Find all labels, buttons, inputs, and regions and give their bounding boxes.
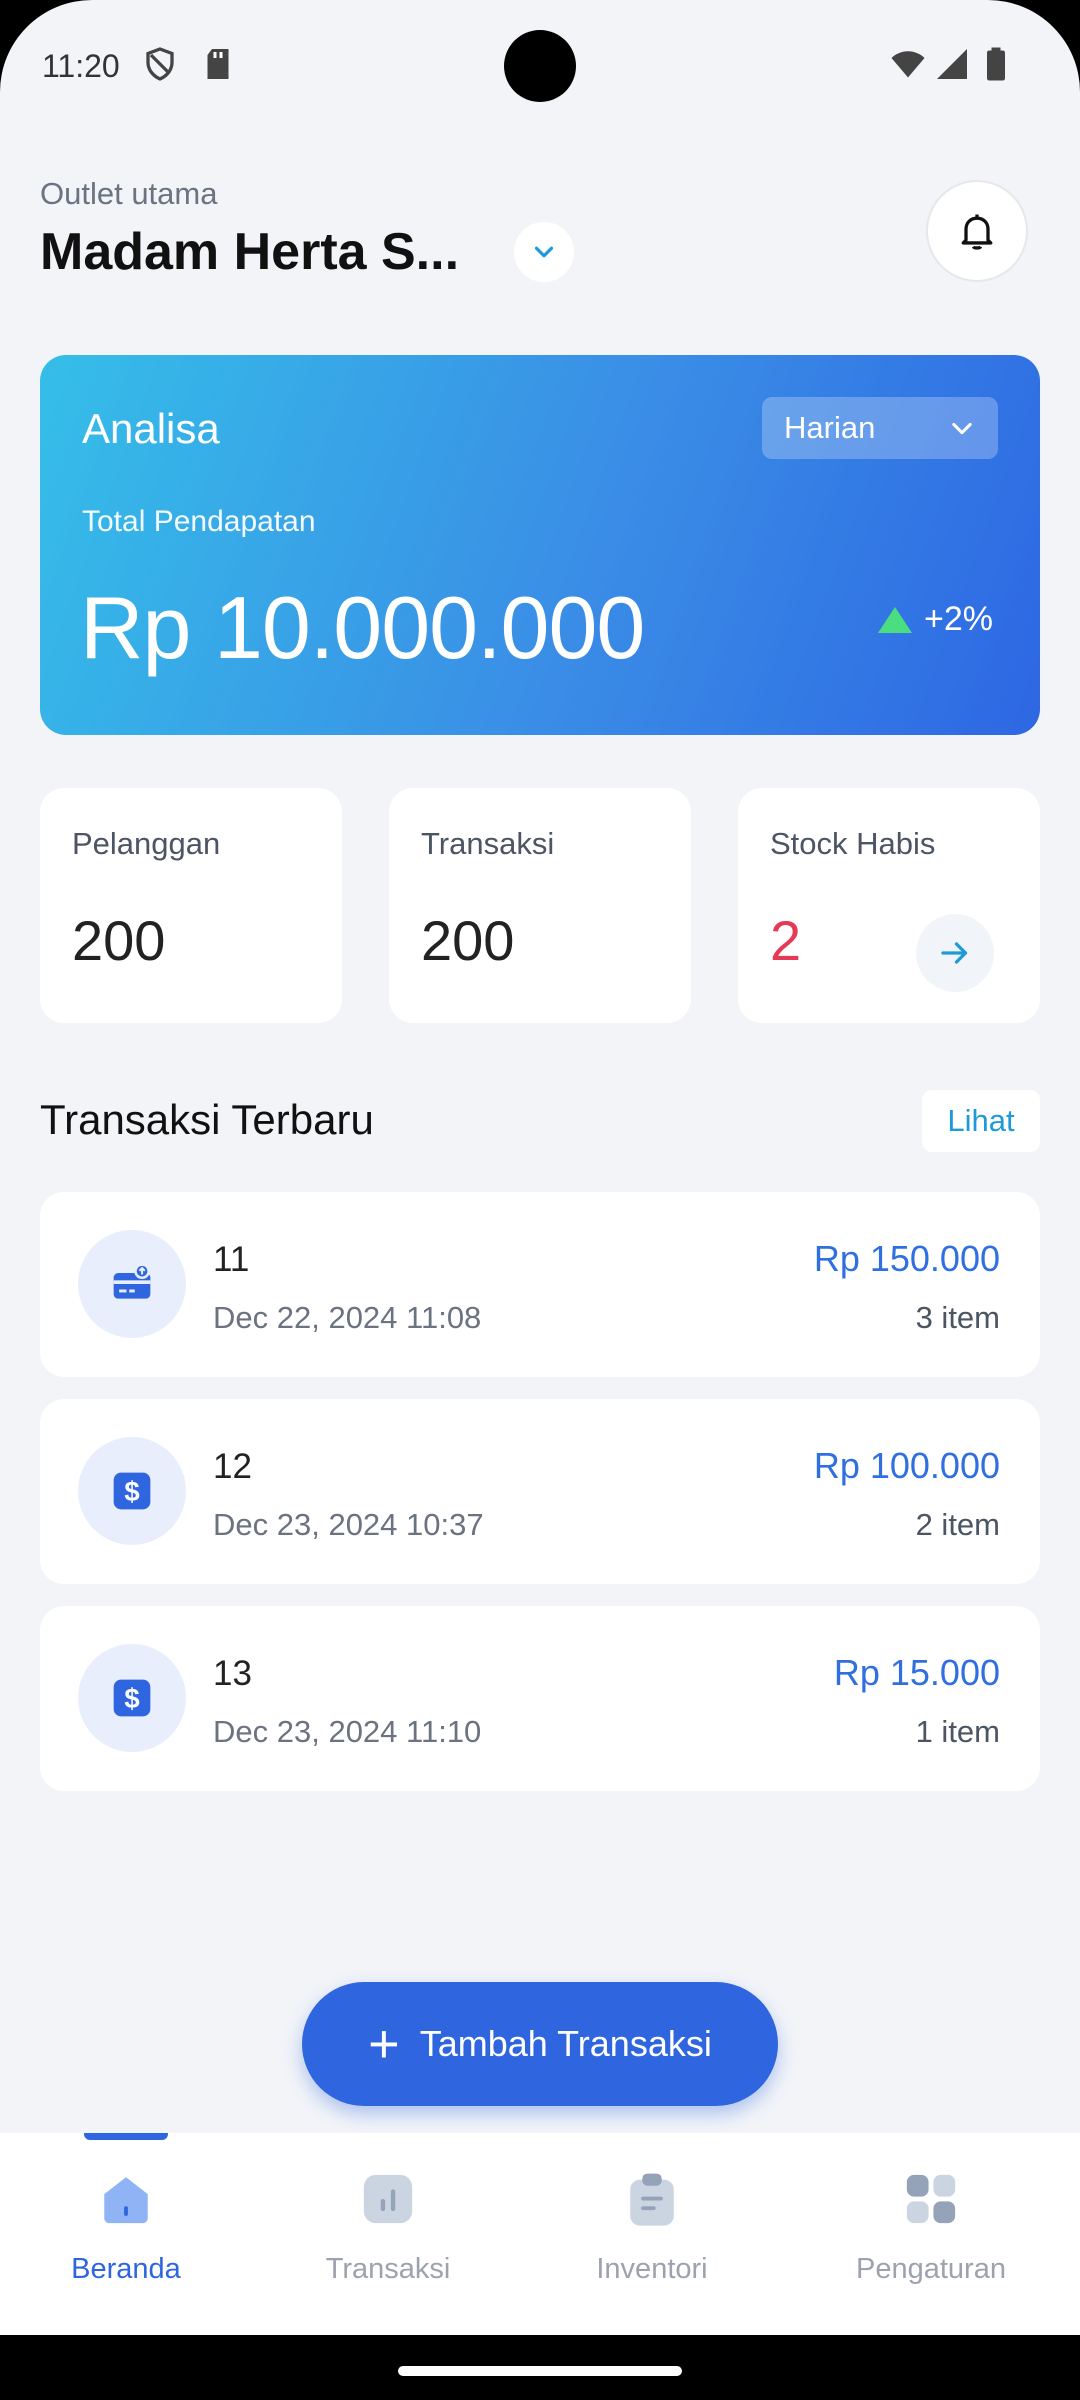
card-icon — [78, 1230, 186, 1338]
recent-transactions-title: Transaksi Terbaru — [40, 1096, 374, 1143]
see-all-button[interactable]: Lihat — [922, 1090, 1040, 1152]
svg-text:$: $ — [124, 1476, 139, 1507]
total-revenue-label: Total Pendapatan — [82, 505, 316, 538]
transaction-row[interactable]: 11 Dec 22, 2024 11:08 Rp 150.000 3 item — [40, 1192, 1040, 1377]
transaction-item-count: 2 item — [915, 1507, 1000, 1542]
transaction-id: 11 — [213, 1240, 250, 1279]
stat-card-customers[interactable]: Pelanggan 200 — [40, 788, 342, 1023]
nav-item-transaksi[interactable]: Transaksi — [298, 2133, 478, 2335]
add-transaction-label: Tambah Transaksi — [419, 2023, 712, 2064]
transaction-id: 12 — [213, 1447, 252, 1486]
chevron-down-icon — [952, 422, 972, 435]
plus-icon: + — [368, 2014, 400, 2074]
front-camera — [504, 30, 576, 102]
analysis-card: Analisa Harian Total Pendapatan Rp 10.00… — [40, 355, 1040, 735]
nav-label: Inventori — [596, 2253, 708, 2285]
shield-icon — [146, 47, 174, 81]
status-time: 11:20 — [42, 48, 120, 84]
gesture-home-bar[interactable] — [398, 2366, 682, 2376]
transaction-date: Dec 23, 2024 10:37 — [213, 1507, 484, 1542]
stat-label: Pelanggan — [72, 826, 221, 861]
status-bar: 11:20 — [0, 0, 1080, 130]
transaction-date: Dec 22, 2024 11:08 — [213, 1300, 482, 1335]
signal-icon — [937, 49, 967, 79]
stat-card-transactions[interactable]: Transaksi 200 — [389, 788, 691, 1023]
nav-item-pengaturan[interactable]: Pengaturan — [826, 2133, 1036, 2335]
home-icon — [96, 2169, 156, 2229]
transaction-id: 13 — [213, 1654, 252, 1693]
total-revenue-value: Rp 10.000.000 — [80, 578, 645, 677]
transaction-amount: Rp 100.000 — [813, 1445, 1000, 1486]
transaction-item-count: 3 item — [915, 1300, 1000, 1335]
outlet-name[interactable]: Madam Herta S... — [40, 222, 459, 282]
arrow-right-icon — [941, 942, 968, 964]
stat-value: 200 — [421, 909, 515, 972]
nav-label: Transaksi — [325, 2253, 451, 2285]
nav-item-inventori[interactable]: Inventori — [562, 2133, 742, 2335]
transaction-item-count: 1 item — [915, 1714, 1000, 1749]
nav-label: Beranda — [71, 2253, 181, 2285]
nav-label: Pengaturan — [856, 2253, 1006, 2285]
notification-button[interactable] — [926, 180, 1028, 282]
dollar-icon: $ — [78, 1644, 186, 1752]
grid-icon — [901, 2169, 961, 2229]
outlet-dropdown-button[interactable] — [514, 222, 574, 282]
battery-icon — [987, 47, 1005, 81]
analysis-title: Analisa — [82, 405, 220, 452]
clipboard-icon — [622, 2169, 682, 2229]
stat-card-out-of-stock[interactable]: Stock Habis 2 — [738, 788, 1040, 1023]
wifi-icon — [891, 51, 925, 78]
add-transaction-button[interactable]: + Tambah Transaksi — [302, 1982, 778, 2106]
stat-value: 200 — [72, 909, 166, 972]
transaction-date: Dec 23, 2024 11:10 — [213, 1714, 482, 1749]
period-value: Harian — [784, 410, 876, 445]
period-select[interactable]: Harian — [762, 397, 998, 459]
sd-card-icon — [207, 49, 229, 79]
arrow-up-icon — [878, 606, 912, 633]
growth-value: +2% — [924, 600, 993, 638]
stat-label: Transaksi — [421, 826, 555, 861]
growth-indicator: +2% — [878, 600, 993, 639]
app-screen: 11:20 Outlet utama Madam Herta S... Anal… — [0, 0, 1080, 2335]
stat-value: 2 — [770, 909, 802, 972]
svg-text:$: $ — [124, 1683, 139, 1714]
transaction-amount: Rp 15.000 — [833, 1652, 1000, 1693]
chart-icon — [358, 2169, 418, 2229]
stat-label: Stock Habis — [770, 826, 936, 861]
bottom-navigation: Beranda Transaksi Inventori Pengaturan — [0, 2133, 1080, 2335]
nav-item-beranda[interactable]: Beranda — [36, 2133, 216, 2335]
transaction-amount: Rp 150.000 — [813, 1238, 1000, 1279]
outlet-label: Outlet utama — [40, 176, 218, 211]
out-of-stock-arrow-button[interactable] — [916, 914, 994, 992]
transaction-row[interactable]: $ 13 Dec 23, 2024 11:10 Rp 15.000 1 item — [40, 1606, 1040, 1791]
transaction-row[interactable]: $ 12 Dec 23, 2024 10:37 Rp 100.000 2 ite… — [40, 1399, 1040, 1584]
dollar-icon: $ — [78, 1437, 186, 1545]
chevron-down-icon — [534, 246, 554, 258]
bell-icon — [961, 214, 993, 250]
